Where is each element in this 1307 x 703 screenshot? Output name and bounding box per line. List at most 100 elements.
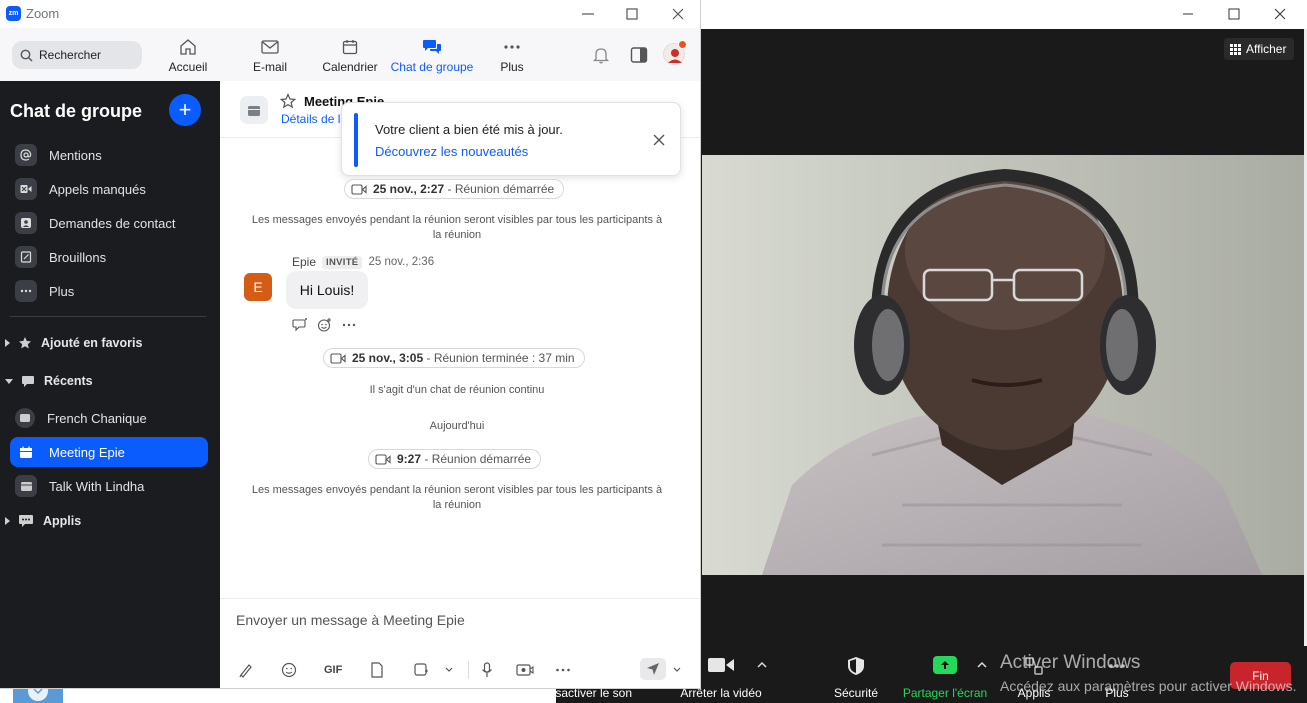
top-navbar: Rechercher Accueil E-mail Calendrier Cha… xyxy=(0,28,700,81)
security-button[interactable]: Sécurité xyxy=(834,656,878,700)
add-reaction-icon[interactable] xyxy=(317,317,333,333)
chevron-down-icon[interactable] xyxy=(672,661,682,679)
chat-icon xyxy=(423,40,441,54)
message-time: 25 nov., 2:36 xyxy=(368,256,435,268)
sidebar-item-mentions[interactable]: Mentions xyxy=(10,140,208,170)
event-time: 9:27 xyxy=(397,452,422,466)
chat-details-link[interactable]: Détails de la xyxy=(281,112,345,126)
view-button-label: Afficher xyxy=(1246,42,1287,56)
tab-group-chat-label: Chat de groupe xyxy=(390,60,474,74)
sidebar-item-drafts[interactable]: Brouillons xyxy=(10,242,208,272)
event-time: 25 nov., 3:05 xyxy=(352,351,424,365)
emoji-icon[interactable] xyxy=(281,661,297,679)
apps-icon xyxy=(1025,657,1043,675)
more-button[interactable]: Plus xyxy=(1105,656,1129,700)
chevron-up-icon[interactable] xyxy=(757,661,767,669)
sidebar-item-more[interactable]: Plus xyxy=(10,276,208,306)
sidebar-item-label: Plus xyxy=(49,283,75,299)
reply-icon[interactable] xyxy=(292,318,308,332)
notification-message: Votre client a bien été mis à jour. xyxy=(375,122,563,137)
recent-chat-talk-with-lindha[interactable]: Talk With Lindha xyxy=(10,471,208,501)
update-notification: Votre client a bien été mis à jour. Déco… xyxy=(341,102,681,176)
recent-chat-label: Talk With Lindha xyxy=(49,478,145,494)
recent-chat-label: Meeting Epie xyxy=(49,444,125,460)
side-panel-icon[interactable] xyxy=(630,46,648,64)
sidebar-divider xyxy=(10,316,206,317)
caret-down-icon xyxy=(5,378,13,384)
apps-button[interactable]: Applis xyxy=(1018,656,1050,700)
tab-email[interactable]: E-mail xyxy=(252,34,288,74)
system-message: Les messages envoyés pendant la réunion … xyxy=(251,214,663,241)
minimize-icon[interactable] xyxy=(1180,6,1196,22)
more-icon[interactable] xyxy=(555,661,571,679)
section-apps-label: Applis xyxy=(43,514,82,528)
tab-more-label: Plus xyxy=(500,60,524,74)
message-header: Epie INVITÉ 25 nov., 2:36 xyxy=(292,255,434,269)
participant-video xyxy=(702,155,1304,575)
section-favorites[interactable]: Ajouté en favoris xyxy=(0,332,210,354)
tab-home[interactable]: Accueil xyxy=(168,34,208,74)
maximize-icon[interactable] xyxy=(1226,6,1242,22)
event-text: - Réunion démarrée xyxy=(444,182,555,196)
sender-avatar[interactable]: E xyxy=(244,273,272,301)
stop-video-button[interactable]: Arrêter la vidéo xyxy=(680,656,762,700)
section-apps[interactable]: Applis xyxy=(0,510,210,532)
message-input[interactable] xyxy=(236,609,676,631)
close-icon[interactable] xyxy=(652,133,666,147)
date-divider: Aujourd'hui xyxy=(429,420,485,432)
favorite-star-icon[interactable] xyxy=(280,93,296,109)
system-message: Les messages envoyés pendant la réunion … xyxy=(251,484,663,511)
file-icon[interactable] xyxy=(370,661,384,679)
send-button[interactable] xyxy=(640,658,666,680)
new-chat-button[interactable]: + xyxy=(169,94,201,126)
close-icon[interactable] xyxy=(1272,6,1288,22)
microphone-icon[interactable] xyxy=(481,661,493,679)
sidebar-item-contact-requests[interactable]: Demandes de contact xyxy=(10,208,208,238)
format-text-icon[interactable] xyxy=(238,661,254,679)
tab-more[interactable]: Plus xyxy=(500,34,524,74)
video-camera-icon xyxy=(375,453,391,465)
status-dot xyxy=(678,40,687,49)
minimize-icon[interactable] xyxy=(579,5,597,23)
gif-button[interactable]: GIF xyxy=(324,661,342,679)
message-bubble[interactable]: Hi Louis! xyxy=(286,271,368,309)
share-screen-button[interactable]: Partager l'écran xyxy=(903,656,987,700)
tab-group-chat[interactable]: Chat de groupe xyxy=(390,34,474,74)
chevron-down-icon[interactable] xyxy=(444,661,454,679)
chat-panel: Meeting Epie Détails de la Votre client … xyxy=(220,81,700,688)
composer-toolbar: GIF xyxy=(236,658,688,681)
avatar[interactable] xyxy=(663,40,687,65)
end-meeting-button[interactable]: Fin xyxy=(1230,662,1291,689)
search-input[interactable]: Rechercher xyxy=(12,41,142,69)
video-message-icon[interactable] xyxy=(516,661,534,679)
bell-icon[interactable] xyxy=(592,46,610,64)
view-button[interactable]: Afficher xyxy=(1224,38,1294,60)
section-favorites-label: Ajouté en favoris xyxy=(41,336,143,350)
more-label: Plus xyxy=(1105,686,1129,700)
close-icon[interactable] xyxy=(669,5,687,23)
section-recents[interactable]: Récents xyxy=(0,370,210,392)
sidebar-item-label: Appels manqués xyxy=(49,181,146,197)
sidebar-item-missed-calls[interactable]: Appels manqués xyxy=(10,174,208,204)
participant-video-frame xyxy=(762,168,1262,575)
chat-avatar xyxy=(240,96,268,124)
video-camera-icon xyxy=(708,658,734,672)
chat-bubble-icon xyxy=(22,376,34,387)
more-actions-icon[interactable] xyxy=(342,323,356,327)
recent-chat-french-chanique[interactable]: French Chanique xyxy=(10,403,208,433)
maximize-icon[interactable] xyxy=(623,5,641,23)
screenshot-icon[interactable] xyxy=(413,661,429,679)
whats-new-link[interactable]: Découvrez les nouveautés xyxy=(375,144,528,159)
search-icon xyxy=(20,49,33,61)
zoom-logo: zm xyxy=(6,6,21,21)
chevron-up-icon[interactable] xyxy=(977,661,987,669)
sender-name[interactable]: Epie xyxy=(292,255,316,269)
apps-label: Applis xyxy=(1017,686,1051,700)
share-screen-icon xyxy=(933,656,957,674)
tab-calendar[interactable]: Calendrier xyxy=(322,34,378,74)
recent-chat-meeting-epie[interactable]: Meeting Epie xyxy=(10,437,208,467)
group-avatar-icon xyxy=(15,408,35,428)
caret-right-icon xyxy=(5,517,10,525)
calendar-icon xyxy=(15,441,37,463)
continuous-chat-note: Il s'agit d'un chat de réunion continu xyxy=(369,384,545,396)
